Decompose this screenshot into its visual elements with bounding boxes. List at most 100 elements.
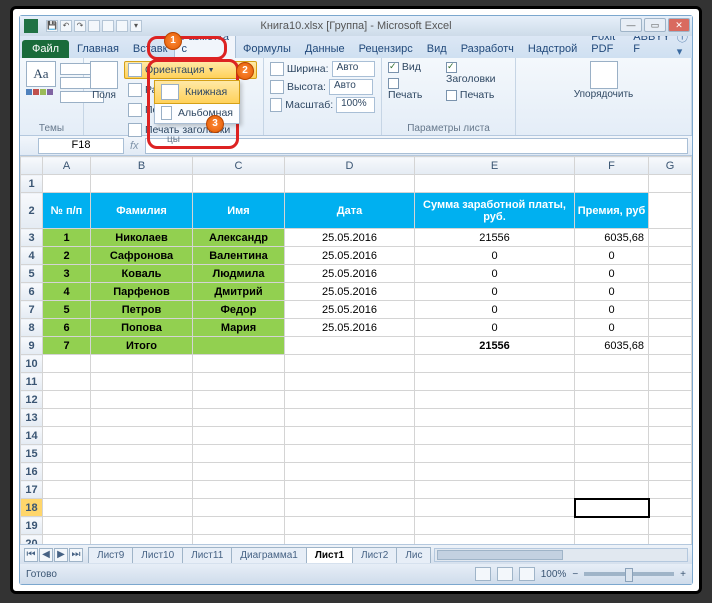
row-header[interactable]: 12 <box>21 391 43 409</box>
table-header[interactable]: Дата <box>285 193 415 229</box>
tab-review[interactable]: Рецензирс <box>352 39 420 58</box>
worksheet-area[interactable]: KAK-SDELAT.ORG A B C D E F G 1 2 № п/п Ф… <box>20 156 692 544</box>
gridlines-print-checkbox[interactable] <box>388 78 399 89</box>
view-break-icon[interactable] <box>519 567 535 581</box>
col-header[interactable]: A <box>43 157 91 175</box>
row-header[interactable]: 16 <box>21 463 43 481</box>
chevron-down-icon: ▼ <box>208 67 215 74</box>
row-header[interactable]: 8 <box>21 319 43 337</box>
row-header[interactable]: 1 <box>21 175 43 193</box>
tab-nav-first-icon[interactable]: ⏮ <box>24 548 38 562</box>
row-header[interactable]: 3 <box>21 229 43 247</box>
headings-print-checkbox[interactable] <box>446 90 457 101</box>
orientation-icon <box>128 63 142 77</box>
orientation-landscape-item[interactable]: Альбомная <box>155 103 239 123</box>
maximize-button[interactable]: ▭ <box>644 18 666 32</box>
sheet-tab-strip: ⏮ ◀ ▶ ⏭ Лист9 Лист10 Лист11 Диаграмма1 Л… <box>20 544 692 564</box>
themes-button[interactable]: Aa <box>26 61 56 87</box>
close-button[interactable]: ✕ <box>668 18 690 32</box>
orientation-portrait-item[interactable]: Книжная <box>154 80 240 104</box>
active-cell[interactable] <box>575 499 649 517</box>
sheet-tab[interactable]: Лист10 <box>132 547 183 563</box>
view-layout-icon[interactable] <box>497 567 513 581</box>
sheet-tab[interactable]: Лист9 <box>88 547 133 563</box>
row-header[interactable]: 7 <box>21 301 43 319</box>
row-header[interactable]: 20 <box>21 535 43 545</box>
margins-button[interactable]: Поля <box>92 90 116 101</box>
table-header[interactable]: Сумма заработной платы, руб. <box>415 193 575 229</box>
qat-undo-icon[interactable]: ↶ <box>60 20 72 32</box>
row-header[interactable]: 5 <box>21 265 43 283</box>
zoom-level[interactable]: 100% <box>541 569 567 580</box>
tab-formulas[interactable]: Формулы <box>236 39 298 58</box>
table-header[interactable]: Имя <box>193 193 285 229</box>
spreadsheet-grid[interactable]: A B C D E F G 1 2 № п/п Фамилия Имя Дата… <box>20 156 692 544</box>
col-header[interactable]: G <box>649 157 692 175</box>
file-tab[interactable]: Файл <box>22 40 69 58</box>
qat-btn[interactable] <box>116 20 128 32</box>
qat-save-icon[interactable]: 💾 <box>46 20 58 32</box>
headings-view-checkbox[interactable] <box>446 62 457 73</box>
tab-nav-next-icon[interactable]: ▶ <box>54 548 68 562</box>
tab-nav-prev-icon[interactable]: ◀ <box>39 548 53 562</box>
tab-addins[interactable]: Надстрой <box>521 39 584 58</box>
row-header[interactable]: 15 <box>21 445 43 463</box>
tab-home[interactable]: Главная <box>70 39 126 58</box>
row-header[interactable]: 2 <box>21 193 43 229</box>
qat-customize-icon[interactable]: ▾ <box>130 20 142 32</box>
table-header[interactable]: Фамилия <box>91 193 193 229</box>
row-header[interactable]: 17 <box>21 481 43 499</box>
scale-input[interactable]: 100% <box>336 97 375 113</box>
table-header[interactable]: № п/п <box>43 193 91 229</box>
row-header[interactable]: 4 <box>21 247 43 265</box>
zoom-in-icon[interactable]: + <box>680 569 686 580</box>
zoom-out-icon[interactable]: − <box>572 569 578 580</box>
minimize-button[interactable]: — <box>620 18 642 32</box>
group-scale: Ширина:Авто Высота:Авто Масштаб:100% <box>264 58 382 135</box>
sheet-tab[interactable]: Лис <box>396 547 431 563</box>
select-all-cell[interactable] <box>21 157 43 175</box>
sheet-tab[interactable]: Лист2 <box>352 547 397 563</box>
tab-developer[interactable]: Разработч <box>454 39 521 58</box>
col-header[interactable]: D <box>285 157 415 175</box>
col-header[interactable]: E <box>415 157 575 175</box>
col-header[interactable]: F <box>575 157 649 175</box>
zoom-slider[interactable] <box>584 572 674 576</box>
gridlines-view-checkbox[interactable] <box>388 62 399 73</box>
row-header[interactable]: 13 <box>21 409 43 427</box>
width-icon <box>270 62 284 76</box>
tab-nav-last-icon[interactable]: ⏭ <box>69 548 83 562</box>
tab-view[interactable]: Вид <box>420 39 454 58</box>
row-header[interactable]: 19 <box>21 517 43 535</box>
row-header[interactable]: 9 <box>21 337 43 355</box>
view-normal-icon[interactable] <box>475 567 491 581</box>
col-header[interactable]: B <box>91 157 193 175</box>
height-input[interactable]: Авто <box>329 79 373 95</box>
horizontal-scrollbar[interactable] <box>434 548 688 562</box>
table-header[interactable]: Премия, руб <box>575 193 649 229</box>
tab-data[interactable]: Данные <box>298 39 352 58</box>
group-arrange: Упорядочить <box>516 58 692 135</box>
sheet-tab-active[interactable]: Лист1 <box>306 547 353 563</box>
margins-icon[interactable] <box>90 61 118 89</box>
status-ready: Готово <box>26 569 57 580</box>
width-input[interactable]: Авто <box>332 61 375 77</box>
annotation-badge-2: 2 <box>236 62 254 80</box>
row-header[interactable]: 6 <box>21 283 43 301</box>
qat-btn[interactable] <box>88 20 100 32</box>
row-header[interactable]: 14 <box>21 427 43 445</box>
group-sheet-options: Вид Печать Заголовки Печать Параметры ли… <box>382 58 516 135</box>
sheet-tab[interactable]: Диаграмма1 <box>231 547 307 563</box>
qat-btn[interactable] <box>102 20 114 32</box>
annotation-badge-3: 3 <box>206 115 224 133</box>
qat-redo-icon[interactable]: ↷ <box>74 20 86 32</box>
row-header[interactable]: 10 <box>21 355 43 373</box>
sheet-tab[interactable]: Лист11 <box>182 547 232 563</box>
row-header[interactable]: 11 <box>21 373 43 391</box>
row-header[interactable]: 18 <box>21 499 43 517</box>
arrange-icon[interactable] <box>590 61 618 89</box>
arrange-button[interactable]: Упорядочить <box>574 89 634 100</box>
scroll-thumb[interactable] <box>437 550 563 560</box>
col-header[interactable]: C <box>193 157 285 175</box>
ribbon-body: Aa Темы Поля О <box>20 58 692 136</box>
